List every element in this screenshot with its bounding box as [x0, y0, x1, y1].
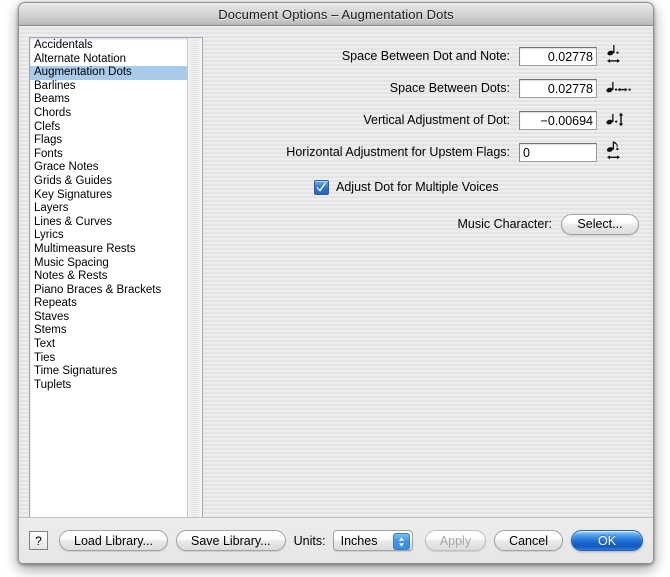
flagged-note-horizontal-arrow-icon — [597, 139, 639, 165]
category-list-item[interactable]: Accidentals — [30, 39, 187, 53]
category-list-item[interactable]: Chords — [30, 107, 187, 121]
bottom-toolbar: ? Load Library... Save Library... Units:… — [19, 518, 653, 563]
help-button[interactable]: ? — [29, 531, 48, 550]
load-library-button[interactable]: Load Library... — [59, 530, 168, 551]
category-list-item[interactable]: Beams — [30, 93, 187, 107]
units-select[interactable]: Inches — [332, 530, 413, 551]
category-list-item[interactable]: Time Signatures — [30, 365, 187, 379]
dialog-window: Document Options – Augmentation Dots Acc… — [18, 2, 654, 564]
cancel-button[interactable]: Cancel — [494, 530, 563, 551]
save-library-button[interactable]: Save Library... — [175, 530, 286, 551]
category-list-item[interactable]: Notes & Rests — [30, 270, 187, 284]
units-select-value: Inches — [340, 533, 378, 548]
field-row-space-between-dot-and-note: Space Between Dot and Note: 0.02778 — [215, 40, 639, 72]
music-character-row: Music Character: Select... — [215, 207, 639, 241]
dotted-note-horizontal-arrow-icon — [597, 43, 639, 69]
category-list-item[interactable]: Fonts — [30, 148, 187, 162]
adjust-dot-multiple-voices-label: Adjust Dot for Multiple Voices — [336, 180, 499, 194]
music-character-select-button[interactable]: Select... — [561, 213, 639, 235]
category-list-item[interactable]: Grace Notes — [30, 161, 187, 175]
category-list-items[interactable]: Accidentals Alternate Notation Augmentatio… — [30, 38, 187, 520]
category-list-scrollbar[interactable] — [187, 38, 202, 520]
category-list-item[interactable]: Tuplets — [30, 379, 187, 393]
category-list-item[interactable]: Ties — [30, 352, 187, 366]
category-list-item[interactable]: Piano Braces & Brackets — [30, 284, 187, 298]
field-label: Space Between Dot and Note: — [341, 49, 510, 63]
category-list-item[interactable]: Multimeasure Rests — [30, 243, 187, 257]
category-list-item[interactable]: Clefs — [30, 121, 187, 135]
category-list-item[interactable]: Alternate Notation — [30, 53, 187, 67]
units-label: Units: — [293, 533, 326, 548]
category-list-item[interactable]: Key Signatures — [30, 189, 187, 203]
category-list-item[interactable]: Stems — [30, 324, 187, 338]
category-list-item[interactable]: Text — [30, 338, 187, 352]
adjust-dot-multiple-voices-row[interactable]: Adjust Dot for Multiple Voices — [215, 172, 639, 202]
category-list-item[interactable]: Lines & Curves — [30, 216, 187, 230]
window-title: Document Options – Augmentation Dots — [218, 6, 454, 22]
category-list-item[interactable]: Staves — [30, 311, 187, 325]
category-list-item[interactable]: Music Spacing — [30, 257, 187, 271]
music-character-label: Music Character: — [457, 217, 552, 231]
dotted-note-vertical-arrow-icon — [597, 107, 639, 133]
chevron-updown-icon — [392, 533, 410, 550]
field-row-vertical-adjustment-of-dot: Vertical Adjustment of Dot: −0.00694 — [215, 104, 639, 136]
vertical-adjustment-of-dot-input[interactable]: −0.00694 — [519, 110, 597, 130]
options-form: Space Between Dot and Note: 0.02778 Spac… — [215, 40, 639, 241]
category-list-item[interactable]: Repeats — [30, 297, 187, 311]
horizontal-adjustment-for-upstem-flags-input[interactable]: 0 — [519, 142, 597, 162]
field-label: Space Between Dots: — [389, 81, 510, 95]
category-list-item[interactable]: Grids & Guides — [30, 175, 187, 189]
category-list-item[interactable]: Lyrics — [30, 229, 187, 243]
screen: Document Options – Augmentation Dots Acc… — [0, 0, 670, 577]
adjust-dot-multiple-voices-checkbox[interactable] — [314, 179, 329, 195]
category-list-item[interactable]: Augmentation Dots — [30, 66, 187, 80]
field-label: Horizontal Adjustment for Upstem Flags: — [286, 145, 510, 159]
space-between-dot-and-note-input[interactable]: 0.02778 — [519, 46, 597, 66]
field-label: Vertical Adjustment of Dot: — [363, 113, 510, 127]
title-bar[interactable]: Document Options – Augmentation Dots — [19, 3, 653, 26]
category-list-item[interactable]: Barlines — [30, 80, 187, 94]
category-list-item[interactable]: Flags — [30, 134, 187, 148]
note-two-dots-horizontal-arrow-icon — [597, 75, 639, 101]
ok-button[interactable]: OK — [571, 530, 643, 551]
apply-button[interactable]: Apply — [424, 530, 487, 551]
field-row-horizontal-adjustment-for-upstem-flags: Horizontal Adjustment for Upstem Flags: … — [215, 136, 639, 168]
category-list[interactable]: Accidentals Alternate Notation Augmentatio… — [29, 37, 203, 521]
category-list-item[interactable]: Layers — [30, 202, 187, 216]
field-row-space-between-dots: Space Between Dots: 0.02778 — [215, 72, 639, 104]
space-between-dots-input[interactable]: 0.02778 — [519, 78, 597, 98]
dialog-body: Accidentals Alternate Notation Augmentatio… — [19, 26, 653, 563]
